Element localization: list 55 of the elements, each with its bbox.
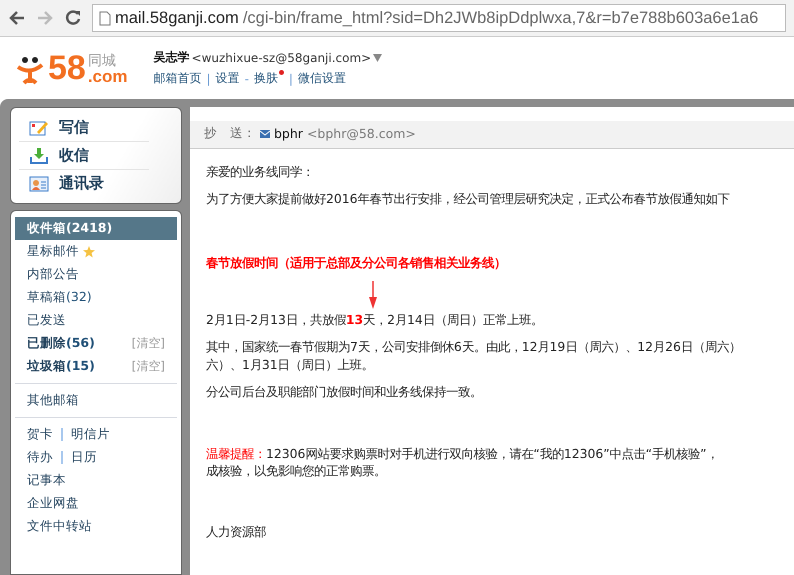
header-link[interactable]: 微信设置 bbox=[298, 70, 346, 87]
reminder-text: 温馨提醒：12306网站要求购票时对手机进行双向核验，请在“我的12306”中点击“手机核验”， 成核验，以免影响您的正常购票。 bbox=[206, 444, 720, 480]
cc-address: <bphr@58.com> bbox=[306, 126, 416, 141]
dates-text: 2月1日-2月13日，共放假13天，2月14日（周日）正常上班。 bbox=[206, 311, 794, 328]
folder-item[interactable]: 收件箱(2418) bbox=[15, 217, 177, 240]
holiday-heading: 春节放假时间（适用于总部及分公司各销售相关业务线） bbox=[206, 254, 507, 272]
logo-domain: .com bbox=[88, 68, 128, 85]
tool-link[interactable]: 文件中转站 bbox=[27, 518, 92, 535]
action-link[interactable]: 通讯录 bbox=[19, 170, 149, 197]
folder-item[interactable]: 草稿箱(32) bbox=[15, 286, 177, 309]
action-link[interactable]: 收信 bbox=[19, 142, 149, 170]
link-separator: | bbox=[206, 72, 211, 86]
tool-link[interactable]: 日历 bbox=[71, 449, 97, 466]
header-link[interactable]: 邮箱首页 bbox=[154, 70, 202, 87]
star-icon bbox=[83, 246, 95, 258]
user-name: 吴志学 bbox=[154, 49, 190, 66]
other-mailbox-link[interactable]: 其他邮箱 bbox=[27, 392, 79, 409]
header-link[interactable]: 设置 bbox=[216, 70, 240, 87]
url-host: mail.58ganji.com bbox=[115, 8, 239, 28]
tool-link[interactable]: 企业网盘 bbox=[27, 495, 79, 512]
folder-item[interactable]: 垃圾箱(15) [清空] bbox=[15, 355, 177, 378]
folder-item[interactable]: 已删除(56) [清空] bbox=[15, 332, 177, 355]
details-text: 其中，国家统一春节假期为7天，公司安排倒休6天。由此，12月19日（周六）、12月26日（周六） 六）、1月31日（周日）上班。 bbox=[206, 338, 742, 374]
branch-text: 分公司后台及职能部门放假时间和业务线保持一致。 bbox=[206, 383, 483, 401]
cc-name[interactable]: bphr bbox=[274, 126, 303, 141]
link-separator: - bbox=[244, 72, 249, 86]
logo-number: 58 bbox=[48, 51, 86, 85]
pencil-note-icon bbox=[29, 118, 49, 136]
cc-label: 抄 送： bbox=[204, 125, 256, 142]
link-separator: | bbox=[288, 72, 293, 86]
dropdown-caret-icon[interactable] bbox=[373, 54, 382, 62]
header-link[interactable]: 换肤 bbox=[254, 70, 284, 87]
folder-item[interactable]: 内部公告 bbox=[15, 263, 177, 286]
address-bar[interactable]: mail.58ganji.com /cgi-bin/frame_html?sid=Dh2JWb8ipDdplwxa,7&r=b7e788b603a6e1a6 bbox=[92, 4, 786, 32]
envelope-icon bbox=[260, 130, 270, 138]
reload-icon[interactable] bbox=[64, 9, 82, 27]
signature-text: 人力资源部 bbox=[206, 523, 267, 541]
smiling-figure-logo-icon bbox=[16, 55, 46, 85]
tool-link[interactable]: 明信片 bbox=[71, 426, 110, 443]
folder-item[interactable]: 星标邮件 bbox=[15, 240, 177, 263]
tool-link[interactable]: 待办 bbox=[27, 449, 53, 466]
page-icon bbox=[99, 10, 111, 26]
tool-link[interactable]: 贺卡 bbox=[27, 426, 53, 443]
download-tray-icon bbox=[29, 146, 49, 164]
contact-card-icon bbox=[29, 174, 49, 192]
logo-brand: 同城 bbox=[88, 54, 117, 68]
greeting-text: 亲爱的业务线同学： bbox=[206, 163, 315, 180]
url-path: /cgi-bin/frame_html?sid=Dh2JWb8ipDdplwxa,7&r=b7e788b603a6e1a6 bbox=[242, 8, 758, 28]
back-arrow-icon[interactable] bbox=[8, 9, 26, 27]
tool-link[interactable]: 记事本 bbox=[27, 472, 66, 489]
down-arrow-icon bbox=[368, 281, 378, 310]
user-email: <wuzhixue-sz@58ganji.com> bbox=[192, 50, 372, 64]
folder-item[interactable]: 已发送 bbox=[15, 309, 177, 332]
action-link[interactable]: 写信 bbox=[19, 114, 149, 142]
intro-text: 为了方便大家提前做好2016年春节出行安排，经公司管理层研究决定，正式公布春节放假通知如下 bbox=[206, 190, 731, 208]
